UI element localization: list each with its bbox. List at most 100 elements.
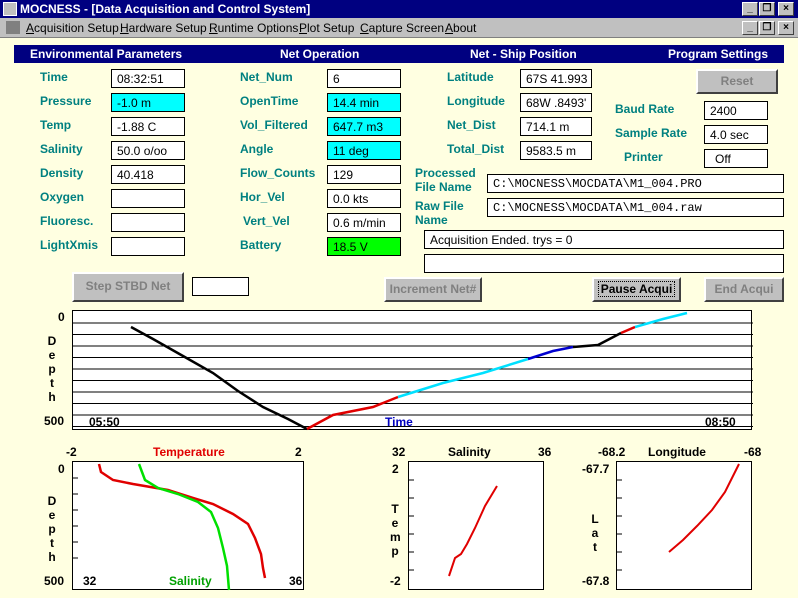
lon-plot-xlabel: Longitude [648,445,706,459]
angle-field: 11 deg [327,141,401,160]
lon-plot-y-top: -67.7 [582,462,610,476]
depth-trace-down [130,325,308,431]
raw-file-field[interactable]: C:\MOCNESS\MOCDATA\M1_004.raw [487,198,784,217]
menu-bar: Acquisition Setup Hardware Setup Runtime… [0,18,798,38]
printer-field[interactable]: Off [704,149,768,168]
density-field: 40.418 [111,165,185,184]
temp-plot-top-right: 2 [295,445,302,459]
sal-plot-x-left: 32 [392,445,406,459]
fluoresc-field [111,213,185,232]
lightxmis-field [111,237,185,256]
vol-filtered-field: 647.7 m3 [327,117,401,136]
raw-file-label: Raw File Name [415,199,464,227]
child-close-icon[interactable]: × [778,21,794,35]
oxygen-field [111,189,185,208]
step-value-field[interactable] [192,277,249,296]
longitude-latitude-plot [616,461,752,590]
processed-file-field[interactable]: C:\MOCNESS\MOCDATA\M1_004.PRO [487,174,784,193]
hor-vel-field: 0.0 kts [327,189,401,208]
temp-label: Temp [40,118,72,132]
lon-plot-y-bottom: -67.8 [582,574,610,588]
vert-vel-field: 0.6 m/min [327,213,401,232]
printer-label: Printer [624,150,663,164]
sal-plot-y-bottom: -2 [390,574,401,588]
reset-button[interactable]: Reset [696,69,778,94]
depth-plot-xlabel: Time [385,415,413,429]
header-pos: Net - Ship Position [470,47,577,61]
battery-label: Battery [240,238,282,252]
depth-trace-up [572,331,622,349]
lightxmis-label: LightXmis [40,238,99,252]
depth-trace-cyan-2 [634,311,688,329]
restore-icon[interactable]: ❐ [759,2,775,16]
sal-plot-y-top: 2 [392,462,399,476]
status-message-2 [424,254,784,273]
sample-rate-field[interactable]: 4.0 sec [704,125,768,144]
menu-about[interactable]: About [445,21,476,35]
salinity-trace [137,463,231,591]
temp-plot-y-top: 0 [58,462,65,476]
flow-counts-field: 129 [327,165,401,184]
header-env: Environmental Parameters [30,47,183,61]
pause-acqui-button[interactable]: Pause Acqui [592,277,681,302]
depth-plot-x-left: 05:50 [89,415,120,429]
increment-net-button[interactable]: Increment Net# [384,277,482,302]
depth-time-plot: 05:50 Time 08:50 [72,310,753,431]
flow-counts-label: Flow_Counts [240,166,316,180]
total-dist-field: 9583.5 m [520,141,592,160]
net-num-field: 6 [327,69,401,88]
depth-plot-y-top: 0 [58,310,65,324]
baud-rate-field[interactable]: 2400 [704,101,768,120]
vol-filtered-label: Vol_Filtered [240,118,308,132]
lon-plot-x-right: -68 [744,445,762,459]
oxygen-label: Oxygen [40,190,85,204]
menu-plot-setup[interactable]: Plot Setup [299,21,354,35]
temp-plot-bottom-right: 36 [289,574,303,588]
pause-acqui-label: Pause Acqui [597,281,676,297]
net-num-label: Net_Num [240,70,293,84]
depth-plot-ylabel: Depth [47,334,57,404]
net-dist-label: Net_Dist [447,118,496,132]
end-acqui-button[interactable]: End Acqui [704,277,784,302]
step-stbd-net-button[interactable]: Step STBD Net [72,272,184,302]
doc-icon[interactable] [6,21,20,34]
menu-capture-screen[interactable]: Capture Screen [360,21,444,35]
longitude-field: 68W .8493' [520,93,592,112]
close-icon[interactable]: × [778,2,794,16]
sample-rate-label: Sample Rate [615,126,688,140]
menu-acquisition-setup[interactable]: Acquisition Setup [26,21,119,35]
lon-plot-x-left: -68.2 [598,445,626,459]
status-message: Acquisition Ended. trys = 0 [424,230,784,249]
sal-plot-xlabel: Salinity [448,445,491,459]
processed-file-label: Processed File Name [415,166,476,194]
hor-vel-label: Hor_Vel [240,190,285,204]
density-label: Density [40,166,84,180]
salinity-field: 50.0 o/oo [111,141,185,160]
angle-label: Angle [240,142,274,156]
salinity-temp-plot [408,461,544,590]
pressure-field: -1.0 m [111,93,185,112]
section-header-bar: Environmental Parameters Net Operation N… [14,45,784,63]
temp-plot-top-label: Temperature [153,445,225,459]
app-icon[interactable] [3,2,17,16]
sal-plot-x-right: 36 [538,445,552,459]
temp-plot-top-left: -2 [66,445,77,459]
longitude-label: Longitude [447,94,505,108]
depth-trace-red-2 [620,325,636,335]
minimize-icon[interactable]: _ [742,2,758,16]
net-dist-field: 714.1 m [520,117,592,136]
window-title: MOCNESS - [Data Acquisition and Control … [20,2,311,16]
depth-plot-y-bottom: 500 [44,414,65,428]
child-restore-icon[interactable]: ❐ [759,21,775,35]
opentime-label: OpenTime [240,94,299,108]
latitude-field: 67S 41.993 [520,69,592,88]
temp-plot-bottom-left: 32 [83,574,97,588]
time-field: 08:32:51 [111,69,185,88]
child-minimize-icon[interactable]: _ [742,21,758,35]
temp-salinity-depth-plot: 32 Salinity 36 [72,461,304,591]
header-prog: Program Settings [668,47,769,61]
depth-plot-x-right: 08:50 [705,415,736,429]
temp-plot-y-bottom: 500 [44,574,65,588]
menu-hardware-setup[interactable]: Hardware Setup [120,21,207,35]
menu-runtime-options[interactable]: Runtime Options [209,21,298,35]
